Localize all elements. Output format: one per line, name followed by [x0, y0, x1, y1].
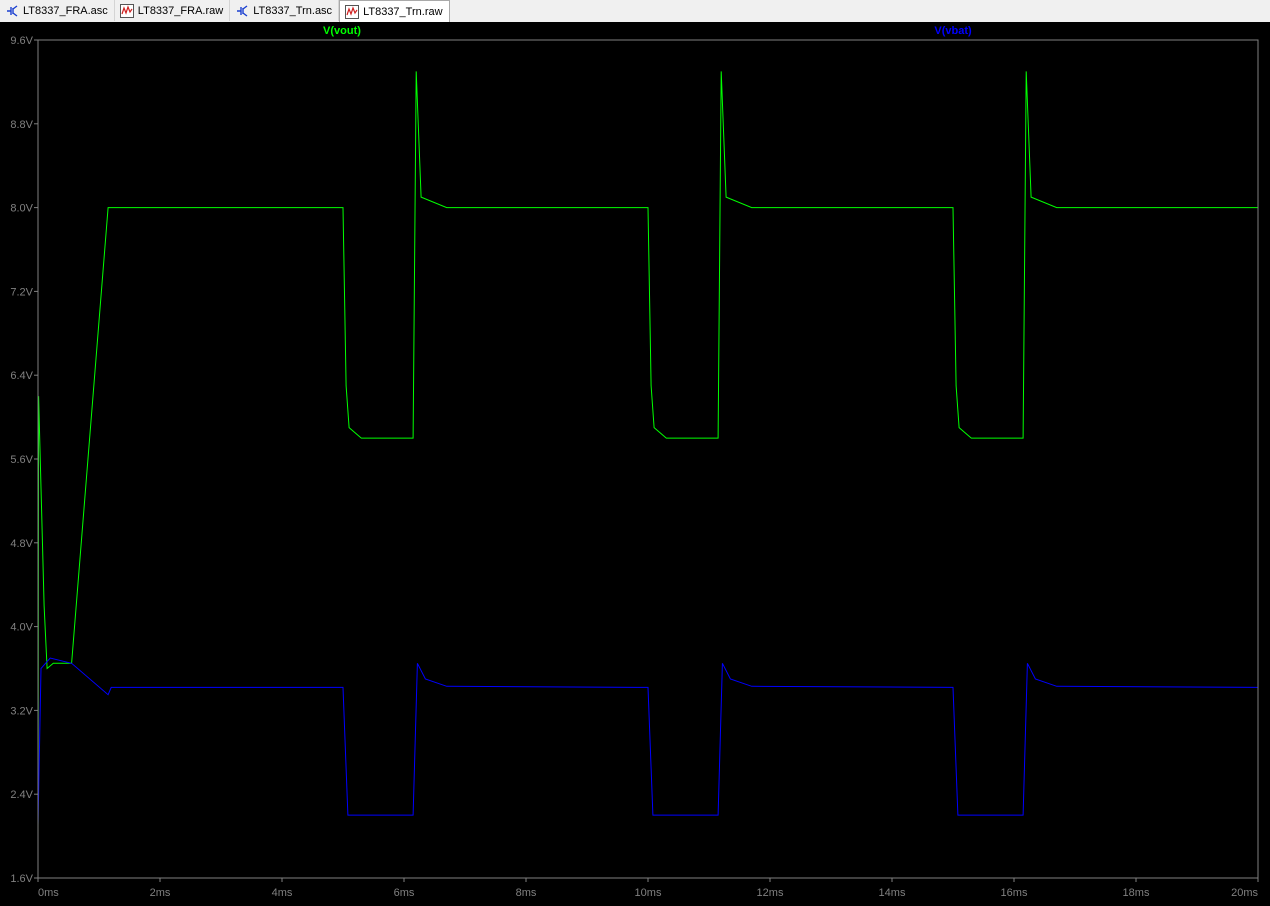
y-tick-label: 8.8V: [10, 119, 33, 131]
x-tick-label: 6ms: [394, 887, 415, 899]
y-tick-label: 4.8V: [10, 538, 33, 550]
tab-label: LT8337_FRA.asc: [23, 4, 108, 17]
x-tick-label: 20ms: [1231, 887, 1258, 899]
tab-lt8337-trn-raw[interactable]: LT8337_Trn.raw: [339, 0, 450, 22]
trace-label[interactable]: V(vout): [323, 25, 361, 37]
y-tick-label: 8.0V: [10, 203, 33, 215]
schematic-icon: [7, 4, 18, 17]
tab-label: LT8337_FRA.raw: [137, 4, 224, 17]
waveform-icon: [345, 4, 360, 19]
x-tick-label: 0ms: [38, 887, 59, 899]
x-tick-label: 12ms: [757, 887, 784, 899]
waveform-icon: [119, 3, 134, 18]
y-tick-label: 3.2V: [10, 705, 33, 717]
x-tick-label: 18ms: [1123, 887, 1150, 899]
x-tick-label: 14ms: [879, 887, 906, 899]
tab-label: LT8337_Trn.asc: [253, 4, 333, 17]
schematic-icon: [237, 4, 248, 17]
x-tick-label: 4ms: [272, 887, 293, 899]
y-tick-label: 4.0V: [10, 622, 33, 634]
tab-lt8337-trn-asc[interactable]: LT8337_Trn.asc: [230, 0, 340, 21]
y-tick-label: 5.6V: [10, 454, 33, 466]
x-tick-label: 2ms: [150, 887, 171, 899]
waveform-plot[interactable]: 1.6V 2.4V 3.2V 4.0V 4.8V 5.6V 6.4V 7.2V 8.0V 8.8V…: [0, 22, 1270, 906]
x-tick-label: 10ms: [635, 887, 662, 899]
y-tick-label: 1.6V: [10, 873, 33, 885]
y-tick-label: 7.2V: [10, 286, 33, 298]
x-tick-label: 8ms: [516, 887, 537, 899]
tab-label: LT8337_Trn.raw: [363, 5, 443, 18]
x-tick-label: 16ms: [1001, 887, 1028, 899]
y-tick-label: 9.6V: [10, 35, 33, 47]
tab-lt8337-fra-raw[interactable]: LT8337_FRA.raw: [115, 0, 231, 21]
document-tab-bar: LT8337_FRA.asc LT8337_FRA.raw LT8337_Trn…: [0, 0, 1270, 23]
y-tick-label: 6.4V: [10, 370, 33, 382]
trace-label[interactable]: V(vbat): [934, 25, 972, 37]
plot-background: [0, 22, 1270, 906]
tab-lt8337-fra-asc[interactable]: LT8337_FRA.asc: [0, 0, 115, 21]
y-tick-label: 2.4V: [10, 789, 33, 801]
